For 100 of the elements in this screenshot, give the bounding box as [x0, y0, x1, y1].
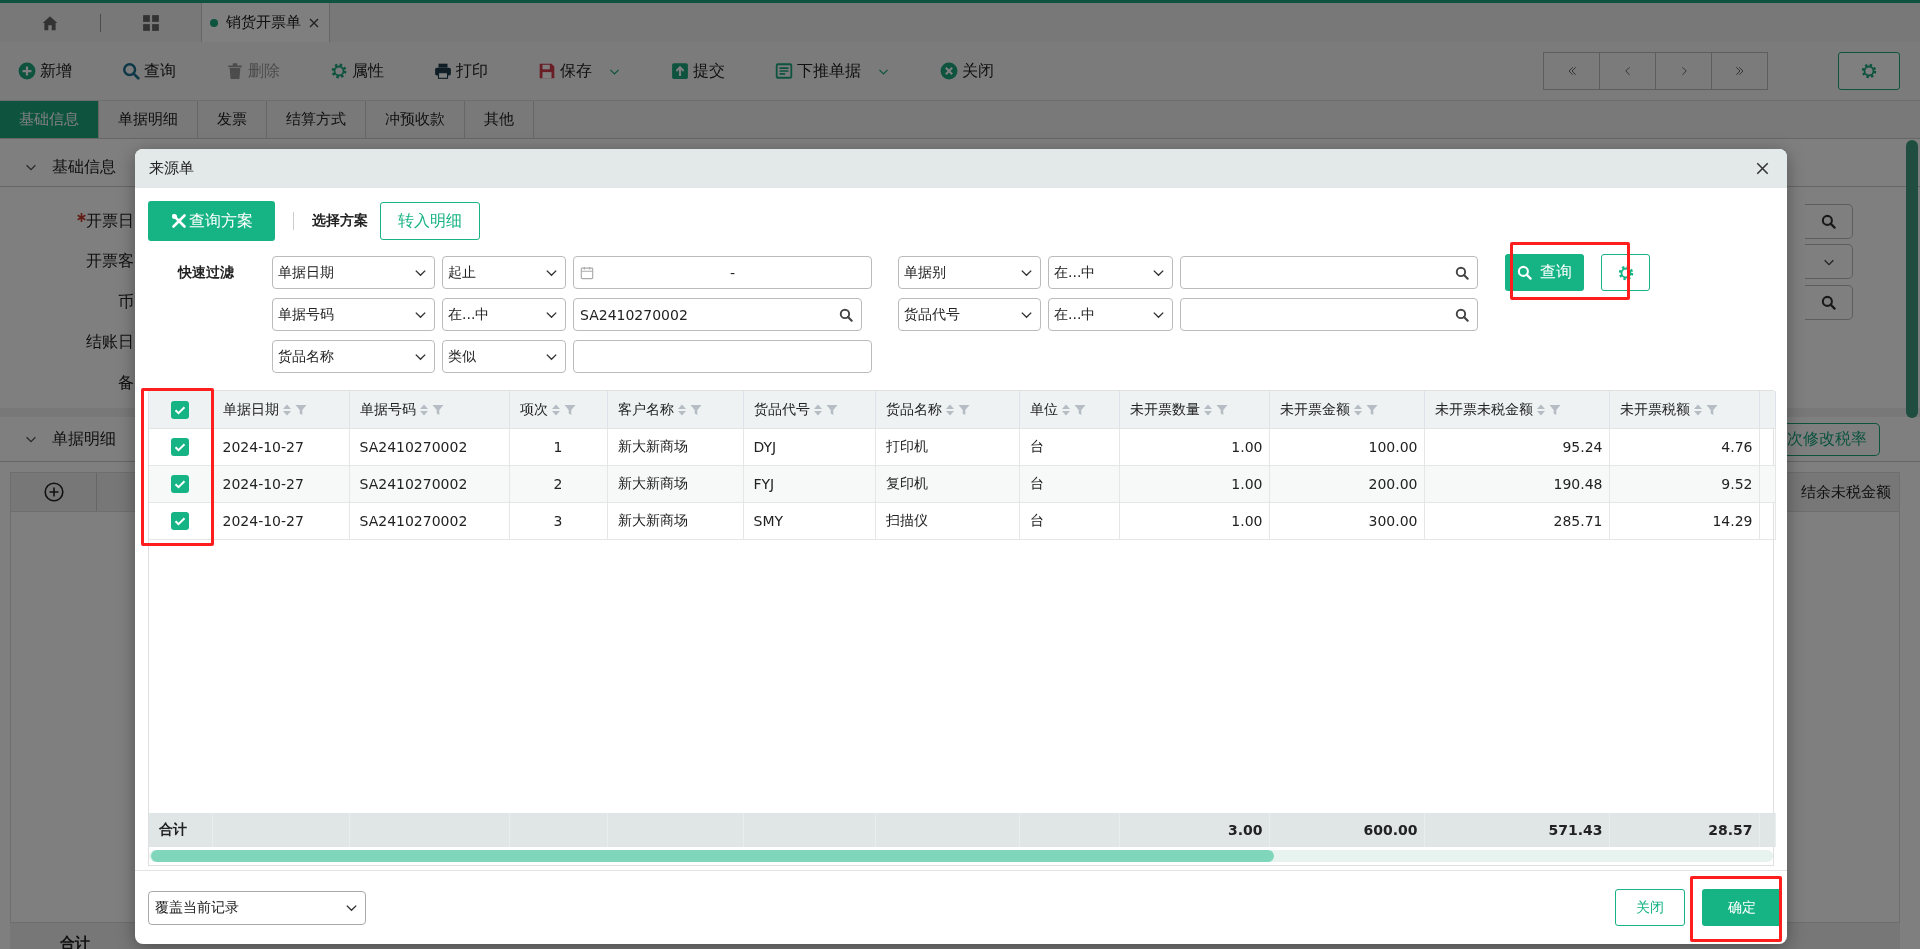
sort-icon — [944, 402, 955, 417]
mode-select[interactable]: 覆盖当前记录 — [148, 890, 366, 925]
operator-select[interactable]: 在...中 — [442, 298, 566, 331]
column-header[interactable]: 客户名称 — [607, 391, 743, 429]
table-cell: 190.48 — [1424, 465, 1609, 503]
sort-icon — [812, 402, 823, 417]
settings-button[interactable] — [1601, 254, 1650, 291]
lookup-field[interactable] — [1805, 284, 1853, 320]
toolbar-button[interactable]: 打印 — [434, 60, 488, 82]
section-title: 单据明细 — [52, 428, 116, 450]
sort-icon — [418, 402, 429, 417]
sort-icon — [1202, 402, 1213, 417]
toolbar-button[interactable]: 属性 — [330, 60, 384, 82]
column-header[interactable]: 未开票数量 — [1119, 391, 1269, 429]
column-header[interactable]: 未开票金额 — [1269, 391, 1424, 429]
table-cell: 台 — [1019, 502, 1119, 540]
column-header: 结余未税金额 — [1801, 482, 1892, 502]
checkbox[interactable] — [171, 438, 190, 456]
column-header[interactable]: 单位 — [1019, 391, 1119, 429]
table-cell: SA2410270002 — [349, 428, 509, 466]
operator-select[interactable]: 在...中 — [1048, 298, 1173, 331]
field-select[interactable]: 货品名称 — [272, 340, 435, 373]
table-cell: 3 — [509, 502, 607, 540]
operator-select[interactable]: 在...中 — [1048, 256, 1173, 289]
select-field[interactable] — [1805, 244, 1853, 280]
column-header[interactable]: 单据号码 — [349, 391, 509, 429]
trash-icon — [226, 62, 244, 80]
lookup-field[interactable] — [1805, 203, 1853, 239]
filter-icon — [957, 403, 970, 416]
filter-icon — [1548, 403, 1561, 416]
close-icon — [309, 17, 319, 28]
operator-select[interactable]: 类似 — [442, 340, 566, 373]
section-title: 基础信息 — [52, 156, 116, 178]
scrollbar-thumb[interactable] — [151, 850, 1274, 862]
column-header[interactable]: 货品代号 — [743, 391, 875, 429]
search-field[interactable]: SA2410270002 — [573, 298, 862, 331]
nav-button[interactable] — [1543, 52, 1600, 90]
gear-icon — [330, 62, 348, 80]
search-icon — [1455, 265, 1469, 280]
checkbox[interactable] — [171, 475, 190, 493]
nav-button[interactable] — [1655, 52, 1712, 90]
filter-icon — [1215, 403, 1228, 416]
checkbox[interactable] — [171, 400, 190, 419]
total-label: 合计 — [149, 813, 212, 847]
total-cell: 3.00 — [1119, 813, 1269, 847]
search-field[interactable] — [1180, 298, 1478, 331]
field-select[interactable]: 单据别 — [898, 256, 1041, 289]
column-header[interactable]: 货品名称 — [875, 391, 1019, 429]
sort-icon — [1692, 402, 1703, 417]
checkbox[interactable] — [171, 512, 190, 530]
grid-icon — [142, 13, 160, 32]
toolbar-button[interactable]: 查询 — [122, 60, 176, 82]
table-cell: 新大新商场 — [607, 465, 743, 503]
date-range-field[interactable]: - — [573, 256, 872, 289]
filter-label: 快速过滤 — [176, 263, 235, 282]
table-cell: 9.52 — [1609, 465, 1759, 503]
sort-icon — [676, 402, 687, 417]
table-cell: 285.71 — [1424, 502, 1609, 540]
settings-button[interactable] — [1838, 52, 1900, 90]
tools-icon — [170, 213, 187, 229]
table-cell: FYJ — [743, 465, 875, 503]
close-circle-icon — [940, 62, 958, 80]
toolbar-button[interactable]: 保存 — [538, 60, 621, 82]
table-cell: 14.29 — [1609, 502, 1759, 540]
column-header[interactable]: 项次 — [509, 391, 607, 429]
toolbar-button[interactable]: 下推单据 — [775, 60, 890, 82]
printer-icon — [434, 62, 452, 80]
input-field[interactable] — [573, 340, 872, 373]
dialog-title: 来源单 — [149, 159, 194, 178]
scrollbar-track[interactable] — [149, 850, 1773, 862]
search-icon — [122, 62, 140, 80]
document-tab[interactable]: 销货开票单 — [201, 3, 330, 42]
sort-icon — [281, 402, 292, 417]
column-header[interactable]: 未开票未税金额 — [1424, 391, 1609, 429]
toolbar-button[interactable]: 提交 — [671, 60, 725, 82]
column-header[interactable]: 未开票税额 — [1609, 391, 1759, 429]
last-page-icon — [1733, 65, 1746, 77]
search-icon — [1821, 294, 1836, 310]
filter-icon — [563, 403, 576, 416]
search-icon — [1821, 213, 1836, 229]
close-icon — [1756, 162, 1769, 175]
search-field[interactable] — [1180, 256, 1478, 289]
table-cell: SA2410270002 — [349, 465, 509, 503]
toolbar-button[interactable]: 新增 — [18, 60, 72, 82]
table-cell: 台 — [1019, 465, 1119, 503]
table-cell: 新大新商场 — [607, 502, 743, 540]
field-select[interactable]: 货品代号 — [898, 298, 1041, 331]
nav-button[interactable] — [1599, 52, 1656, 90]
operator-select[interactable]: 起止 — [442, 256, 566, 289]
nav-button[interactable] — [1711, 52, 1768, 90]
toolbar-button[interactable]: 关闭 — [940, 60, 994, 82]
field-select[interactable]: 单据号码 — [272, 298, 435, 331]
table-cell: 1.00 — [1119, 428, 1269, 466]
field-select[interactable]: 单据日期 — [272, 256, 435, 289]
settings-icon — [1616, 263, 1635, 282]
table-cell: 2024-10-27 — [212, 502, 349, 540]
table-cell: 4.76 — [1609, 428, 1759, 466]
column-header[interactable]: 单据日期 — [212, 391, 349, 429]
scrollbar-thumb[interactable] — [1906, 140, 1918, 418]
table-cell: 2024-10-27 — [212, 428, 349, 466]
